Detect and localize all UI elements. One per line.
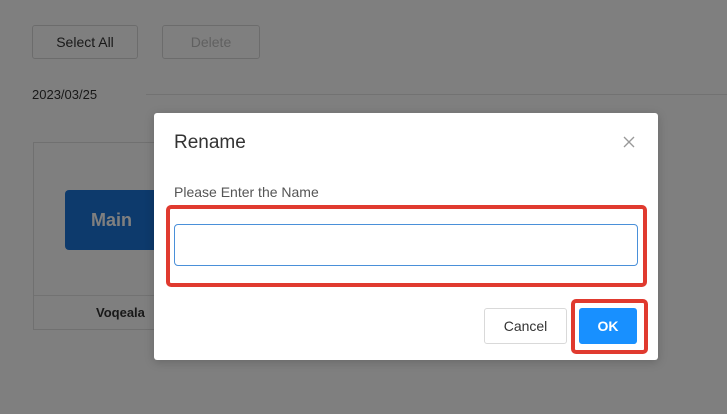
name-field-label: Please Enter the Name: [174, 184, 319, 200]
close-icon[interactable]: [618, 131, 640, 153]
cancel-button[interactable]: Cancel: [484, 308, 567, 344]
ok-button[interactable]: OK: [579, 308, 637, 344]
rename-dialog: Rename Please Enter the Name Cancel OK: [154, 113, 658, 360]
dialog-title: Rename: [174, 132, 246, 153]
name-input[interactable]: [174, 224, 638, 266]
